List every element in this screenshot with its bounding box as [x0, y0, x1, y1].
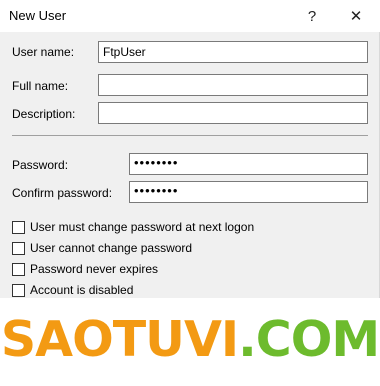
description-input[interactable]	[98, 102, 368, 124]
password-input[interactable]: ••••••••	[129, 153, 368, 175]
help-icon: ?	[307, 7, 317, 25]
watermark-part2: COM	[255, 311, 380, 368]
description-label: Description:	[12, 107, 76, 121]
user-name-label: User name:	[12, 45, 75, 59]
cannot-change-password-label: User cannot change password	[30, 241, 193, 255]
must-change-password-option[interactable]: User must change password at next logon	[12, 219, 254, 235]
dialog-title: New User	[9, 8, 67, 23]
title-bar: New User ? ✕	[0, 0, 380, 32]
password-label: Password:	[12, 158, 69, 172]
confirm-password-input[interactable]: ••••••••	[129, 181, 368, 203]
separator	[12, 135, 368, 136]
account-disabled-label: Account is disabled	[30, 283, 134, 297]
full-name-label: Full name:	[12, 79, 69, 93]
close-icon: ✕	[349, 8, 363, 25]
watermark-part1: SAOTUVI	[0, 311, 239, 368]
close-button[interactable]: ✕	[334, 0, 378, 32]
full-name-input[interactable]	[98, 74, 368, 96]
account-disabled-checkbox[interactable]	[12, 283, 25, 297]
watermark-logo: SAOTUVI.COM	[0, 305, 380, 375]
user-name-input[interactable]: FtpUser	[98, 41, 368, 63]
password-never-expires-label: Password never expires	[30, 262, 159, 276]
new-user-dialog: New User ? ✕ User name: FtpUser Full nam…	[0, 0, 380, 298]
watermark-dot: .	[238, 311, 257, 368]
confirm-password-label: Confirm password:	[12, 186, 113, 200]
password-never-expires-option[interactable]: Password never expires	[12, 261, 158, 277]
cannot-change-password-checkbox[interactable]	[12, 241, 25, 255]
cannot-change-password-option[interactable]: User cannot change password	[12, 240, 192, 256]
help-button[interactable]: ?	[290, 0, 334, 32]
must-change-password-checkbox[interactable]	[12, 220, 25, 234]
account-disabled-option[interactable]: Account is disabled	[12, 282, 133, 298]
password-never-expires-checkbox[interactable]	[12, 262, 25, 276]
must-change-password-label: User must change password at next logon	[30, 220, 255, 234]
